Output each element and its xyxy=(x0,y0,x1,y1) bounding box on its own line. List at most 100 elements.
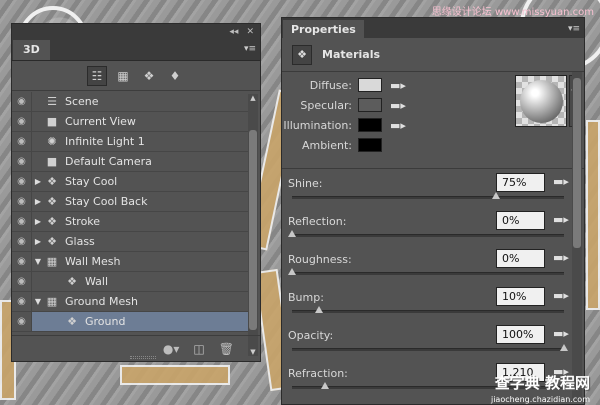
slider-track[interactable] xyxy=(292,234,564,237)
slider-knob[interactable] xyxy=(560,344,568,351)
visibility-eye-icon[interactable]: ◉ xyxy=(12,212,32,231)
scene-row-cell[interactable]: ▼ ▦ Wall Mesh xyxy=(32,252,248,271)
slider-value-field[interactable]: 0% xyxy=(496,211,545,230)
scroll-up-icon[interactable]: ▲ xyxy=(248,94,258,102)
3d-tabbar: 3D ▾≡ xyxy=(12,39,260,61)
scroll-thumb[interactable] xyxy=(249,130,257,330)
scene-row-cell[interactable]: ▶ ❖ Stroke xyxy=(32,212,248,231)
close-icon[interactable]: ✕ xyxy=(246,27,254,37)
slider-label: Refraction: xyxy=(288,367,348,380)
properties-menu-icon[interactable]: ▾≡ xyxy=(568,24,580,34)
slider-value-field[interactable]: 100% xyxy=(496,325,545,344)
scene-row-1[interactable]: ◉ ■ Current View xyxy=(12,112,248,132)
scene-row-6[interactable]: ◉ ▶ ❖ Stroke xyxy=(12,212,248,232)
visibility-eye-icon[interactable]: ◉ xyxy=(12,92,32,111)
slider-value-field[interactable]: 0% xyxy=(496,249,545,268)
visibility-eye-icon[interactable]: ◉ xyxy=(12,192,32,211)
expand-arrow-icon[interactable]: ▶ xyxy=(32,237,44,246)
render-icon[interactable]: ◫ xyxy=(193,342,204,356)
scene-row-11[interactable]: ◉ ❖ Ground xyxy=(12,312,248,332)
folder-icon[interactable]: ▬▸ xyxy=(553,213,569,226)
slider-value-field[interactable]: 10% xyxy=(496,287,545,306)
collapse-arrow-icon[interactable]: ▼ xyxy=(32,297,44,306)
visibility-eye-icon[interactable]: ◉ xyxy=(12,312,32,331)
scene-row-cell[interactable]: ❖ Wall xyxy=(32,272,248,291)
panel-titlebar[interactable]: ◂◂ ✕ xyxy=(12,24,260,39)
3d-panel-scrollbar[interactable]: ▲ ▼ xyxy=(248,94,258,356)
tab-properties[interactable]: Properties xyxy=(283,20,364,38)
color-swatch[interactable] xyxy=(358,118,382,132)
visibility-eye-icon[interactable]: ◉ xyxy=(12,112,32,131)
scene-row-7[interactable]: ◉ ▶ ❖ Glass xyxy=(12,232,248,252)
swatch-label: Diffuse: xyxy=(309,78,352,92)
scene-row-cell[interactable]: ■ Default Camera xyxy=(32,152,248,171)
folder-icon[interactable]: ▬▸ xyxy=(553,251,569,264)
visibility-eye-icon[interactable]: ◉ xyxy=(12,292,32,311)
collapse-arrow-icon[interactable]: ▼ xyxy=(32,257,44,266)
scene-row-cell[interactable]: ▶ ❖ Glass xyxy=(32,232,248,251)
scene-row-3[interactable]: ◉ ■ Default Camera xyxy=(12,152,248,172)
scene-row-2[interactable]: ◉ ✺ Infinite Light 1 xyxy=(12,132,248,152)
scene-icon: ☰ xyxy=(47,95,57,108)
slider-track[interactable] xyxy=(292,272,564,275)
visibility-eye-icon[interactable]: ◉ xyxy=(12,272,32,291)
collapse-icon[interactable]: ◂◂ xyxy=(229,27,238,37)
whole-scene-filter-icon[interactable]: ☷ xyxy=(87,65,107,86)
scene-row-10[interactable]: ◉ ▼ ▦ Ground Mesh xyxy=(12,292,248,312)
meshes-filter-icon[interactable]: ▦ xyxy=(113,66,133,86)
folder-icon[interactable]: ▬▸ xyxy=(390,79,406,92)
scene-row-cell[interactable]: ☰ Scene xyxy=(32,92,248,111)
scene-row-5[interactable]: ◉ ▶ ❖ Stay Cool Back xyxy=(12,192,248,212)
properties-scroll-thumb[interactable] xyxy=(573,78,581,248)
slider-track[interactable] xyxy=(292,310,564,313)
slider-knob[interactable] xyxy=(492,192,500,199)
trash-icon[interactable]: 🗑 xyxy=(219,342,234,356)
visibility-eye-icon[interactable]: ◉ xyxy=(12,172,32,191)
color-swatch[interactable] xyxy=(358,138,382,152)
watermark-top: 思缘设计论坛 www.missyuan.com xyxy=(431,7,594,18)
panel-menu-icon[interactable]: ▾≡ xyxy=(244,44,256,54)
scene-row-cell[interactable]: ✺ Infinite Light 1 xyxy=(32,132,248,151)
folder-icon[interactable]: ▬▸ xyxy=(390,119,406,132)
scene-row-cell[interactable]: ▶ ❖ Stay Cool xyxy=(32,172,248,191)
scene-row-cell[interactable]: ■ Current View xyxy=(32,112,248,131)
color-swatch[interactable] xyxy=(358,98,382,112)
materials-filter-icon[interactable]: ❖ xyxy=(139,66,159,86)
color-swatch[interactable] xyxy=(358,78,382,92)
scene-row-8[interactable]: ◉ ▼ ▦ Wall Mesh xyxy=(12,252,248,272)
scene-row-0[interactable]: ◉ ☰ Scene xyxy=(12,92,248,112)
section-title: Materials xyxy=(322,48,381,61)
folder-icon[interactable]: ▬▸ xyxy=(390,99,406,112)
add-light-icon[interactable]: ●▾ xyxy=(163,342,180,356)
visibility-eye-icon[interactable]: ◉ xyxy=(12,252,32,271)
materials-icon[interactable]: ❖ xyxy=(292,44,312,65)
visibility-eye-icon[interactable]: ◉ xyxy=(12,232,32,251)
folder-icon[interactable]: ▬▸ xyxy=(553,289,569,302)
folder-icon[interactable]: ▬▸ xyxy=(553,175,569,188)
resize-grip[interactable] xyxy=(130,356,156,359)
visibility-eye-icon[interactable]: ◉ xyxy=(12,132,32,151)
slider-value-field[interactable]: 75% xyxy=(496,173,545,192)
slider-knob[interactable] xyxy=(320,382,329,389)
scene-row-cell[interactable]: ❖ Ground xyxy=(32,312,248,331)
slider-track[interactable] xyxy=(292,348,564,351)
properties-scrollbar[interactable] xyxy=(572,72,582,402)
slider-knob[interactable] xyxy=(288,230,296,237)
expand-arrow-icon[interactable]: ▶ xyxy=(32,217,44,226)
slider-knob[interactable] xyxy=(288,268,296,275)
slider-knob[interactable] xyxy=(315,306,324,313)
scene-item-label: Ground Mesh xyxy=(65,295,138,308)
scene-row-4[interactable]: ◉ ▶ ❖ Stay Cool xyxy=(12,172,248,192)
lights-filter-icon[interactable]: ♦ xyxy=(165,66,185,86)
material-preview[interactable] xyxy=(515,75,567,127)
scene-row-9[interactable]: ◉ ❖ Wall xyxy=(12,272,248,292)
scene-item-label: Stay Cool Back xyxy=(65,195,148,208)
tab-3d[interactable]: 3D xyxy=(13,40,50,60)
visibility-eye-icon[interactable]: ◉ xyxy=(12,152,32,171)
scene-row-cell[interactable]: ▼ ▦ Ground Mesh xyxy=(32,292,248,311)
folder-icon[interactable]: ▬▸ xyxy=(553,327,569,340)
expand-arrow-icon[interactable]: ▶ xyxy=(32,197,44,206)
expand-arrow-icon[interactable]: ▶ xyxy=(32,177,44,186)
slider-track[interactable] xyxy=(292,196,564,199)
scene-row-cell[interactable]: ▶ ❖ Stay Cool Back xyxy=(32,192,248,211)
